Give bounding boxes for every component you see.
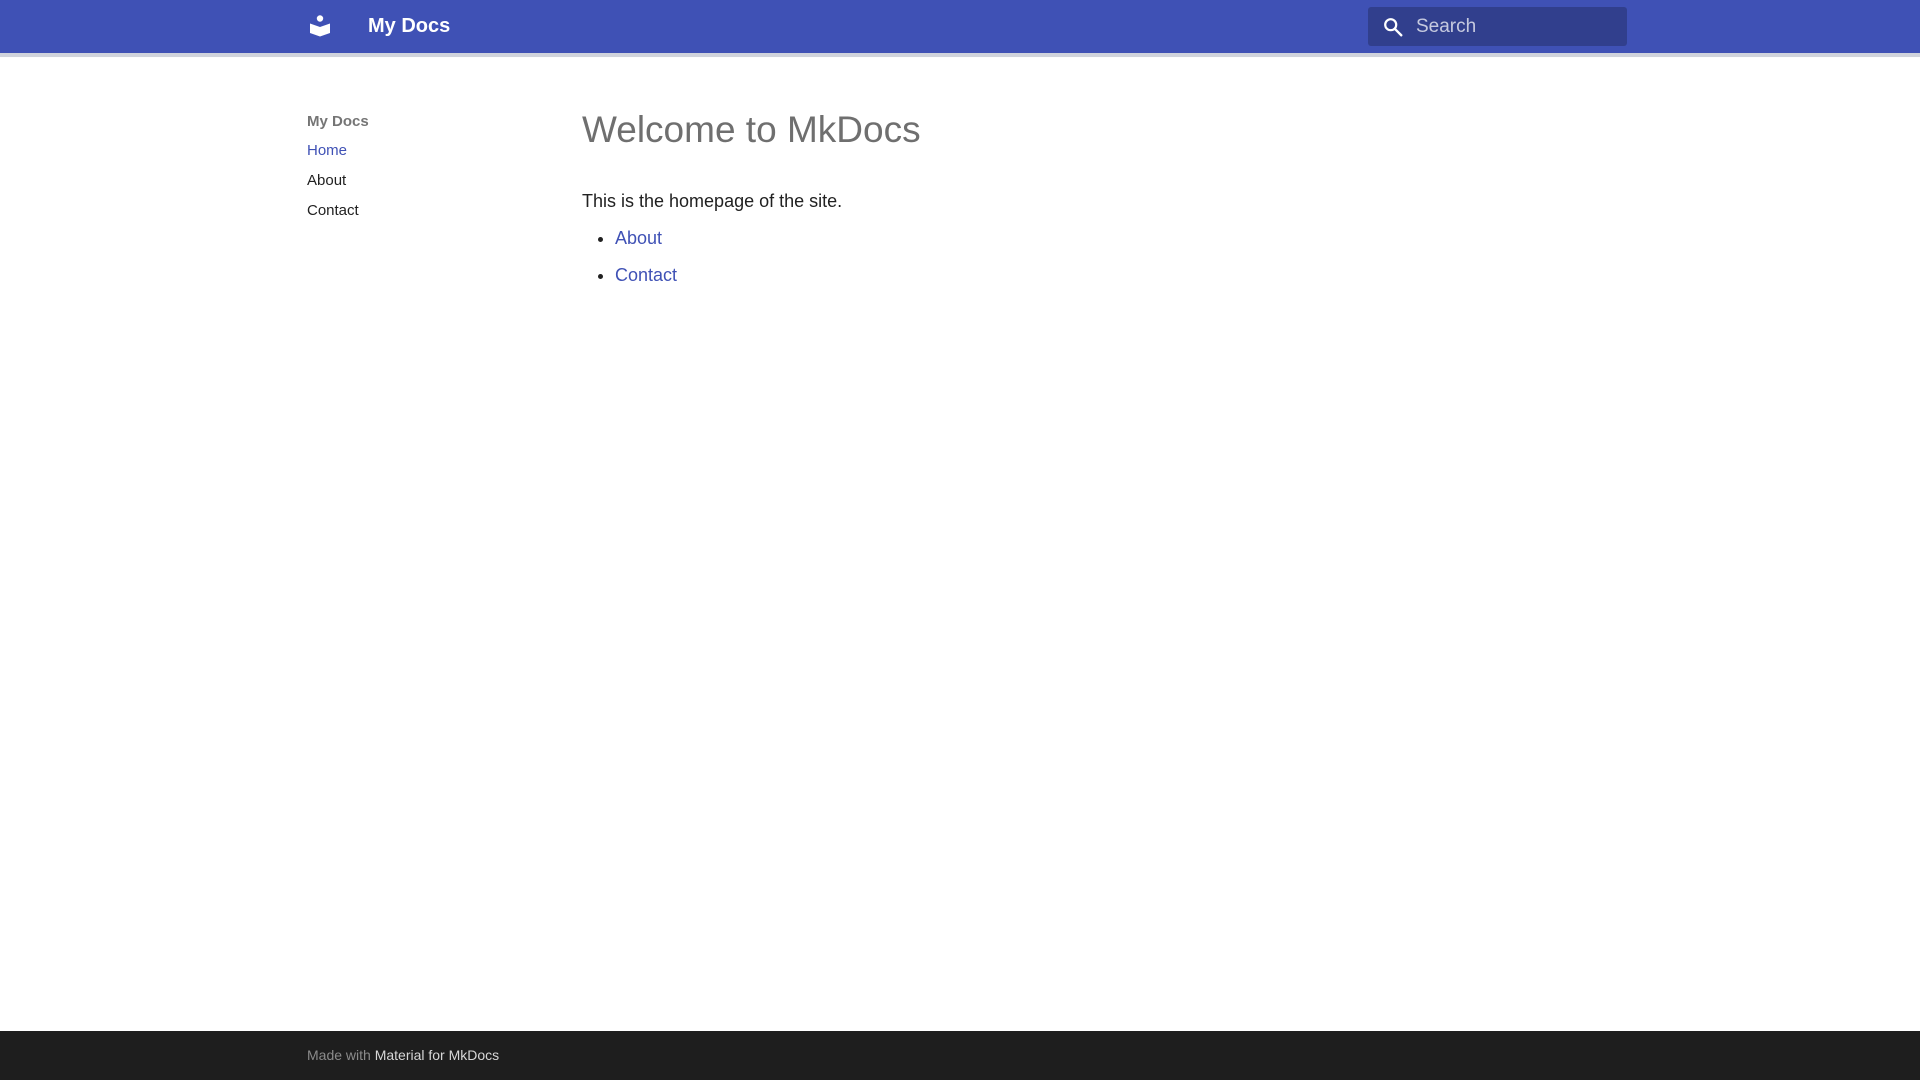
sidebar-title: My Docs (307, 113, 369, 130)
site-title[interactable]: My Docs (368, 0, 450, 53)
header-divider (0, 53, 1920, 57)
sidebar-item-contact[interactable]: Contact (307, 196, 537, 226)
search-box[interactable] (1368, 7, 1627, 46)
search-icon[interactable] (1382, 16, 1404, 38)
site-logo[interactable] (306, 12, 334, 40)
main-content: Welcome to MkDocs This is the homepage o… (582, 105, 1632, 299)
sidebar-nav: My Docs Home About Contact (307, 108, 537, 226)
link-list: About Contact (582, 225, 1632, 288)
footer: Made with Material for MkDocs (0, 1031, 1920, 1080)
search-input[interactable] (1416, 7, 1616, 46)
intro-text: This is the homepage of the site. (582, 191, 843, 211)
sidebar-item-about[interactable]: About (307, 166, 537, 196)
sidebar-item-home[interactable]: Home (307, 136, 537, 166)
contact-link[interactable]: Contact (615, 265, 677, 285)
book-reader-icon (310, 15, 330, 37)
footer-prefix: Made with (307, 1047, 371, 1063)
footer-material-link[interactable]: Material for MkDocs (375, 1047, 499, 1063)
list-item: Contact (615, 262, 1632, 288)
footer-credit: Made with Material for MkDocs (307, 1031, 499, 1080)
list-item: About (615, 225, 1632, 251)
page-title: Welcome to MkDocs (582, 109, 921, 150)
about-link[interactable]: About (615, 228, 662, 248)
header-bar: My Docs (0, 0, 1920, 53)
